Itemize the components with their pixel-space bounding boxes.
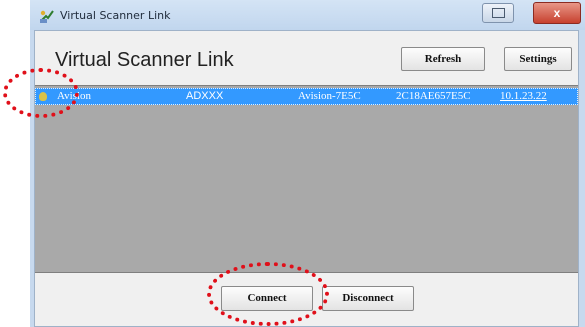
close-button[interactable]: x: [533, 2, 581, 24]
settings-button[interactable]: Settings: [504, 47, 572, 71]
refresh-button[interactable]: Refresh: [401, 47, 485, 71]
page-title: Virtual Scanner Link: [55, 49, 234, 71]
restore-button[interactable]: [482, 3, 514, 23]
device-model: ADXXX: [186, 90, 224, 102]
device-row[interactable]: Avision ADXXX Avision-7E5C 2C18AE657E5C …: [35, 88, 578, 105]
app-icon: [40, 10, 54, 23]
device-list[interactable]: Avision ADXXX Avision-7E5C 2C18AE657E5C …: [35, 85, 578, 273]
window-title: Virtual Scanner Link: [60, 9, 171, 22]
restore-icon: [492, 8, 505, 18]
highlight-marker-status: [3, 68, 79, 118]
device-mac: 2C18AE657E5C: [396, 90, 471, 102]
title-bar[interactable]: Virtual Scanner Link x: [30, 0, 585, 30]
device-host: Avision-7E5C: [298, 90, 361, 102]
device-ip-link[interactable]: 10.1.23.22: [500, 90, 547, 102]
highlight-marker-connect: [207, 262, 329, 326]
disconnect-button[interactable]: Disconnect: [322, 286, 414, 311]
